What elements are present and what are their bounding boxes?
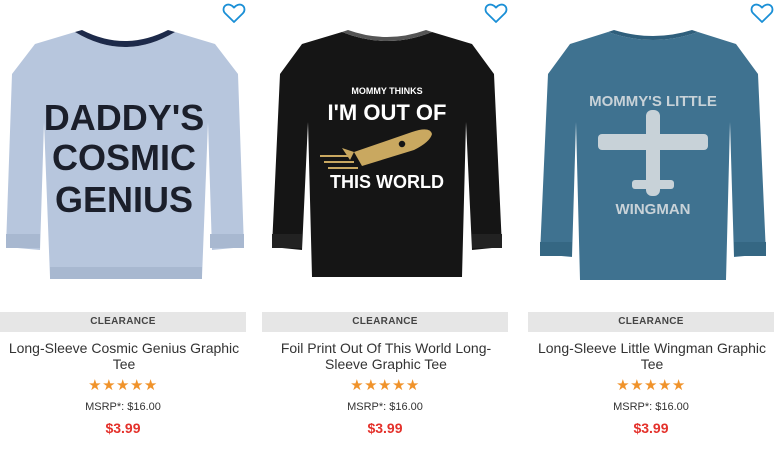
product-name[interactable]: Foil Print Out Of This World Long-Sleeve… xyxy=(268,340,504,372)
clearance-badge: CLEARANCE xyxy=(262,312,508,332)
product-grid: DADDY'S COSMIC GENIUS CLEARANCE Long-Sle… xyxy=(0,0,780,451)
favorite-heart-icon[interactable] xyxy=(484,2,508,24)
product-name[interactable]: Long-Sleeve Cosmic Genius Graphic Tee xyxy=(6,340,242,372)
product-card[interactable]: MOMMY'S LITTLE WINGMAN CLEARANCE Long-Sl… xyxy=(528,0,778,451)
sale-price: $3.99 xyxy=(105,420,141,436)
clearance-badge: CLEARANCE xyxy=(0,312,246,332)
product-card[interactable]: MOMMY THINKS I'M OUT OF THIS WORLD CLEAR… xyxy=(262,0,512,451)
sale-price: $3.99 xyxy=(367,420,403,436)
msrp-price: MSRP*: $16.00 xyxy=(85,401,161,413)
star-rating: ★★★★★ xyxy=(350,377,420,394)
favorite-heart-icon[interactable] xyxy=(222,2,246,24)
product-card[interactable]: DADDY'S COSMIC GENIUS CLEARANCE Long-Sle… xyxy=(0,0,250,451)
shirt-graphic-line: MOMMY'S LITTLE xyxy=(589,93,717,110)
msrp-price: MSRP*: $16.00 xyxy=(613,401,689,413)
favorite-heart-icon[interactable] xyxy=(750,2,774,24)
shirt-graphic-line: WINGMAN xyxy=(616,201,691,218)
star-rating: ★★★★★ xyxy=(88,377,158,394)
shirt-graphic-line: MOMMY THINKS xyxy=(351,86,422,96)
shirt-graphic-line: COSMIC xyxy=(52,137,196,178)
shirt-graphic-line: I'M OUT OF xyxy=(328,100,447,125)
product-image[interactable]: DADDY'S COSMIC GENIUS xyxy=(0,22,250,294)
star-rating: ★★★★★ xyxy=(616,377,686,394)
sale-price: $3.99 xyxy=(633,420,669,436)
product-name[interactable]: Long-Sleeve Little Wingman Graphic Tee xyxy=(534,340,770,372)
shirt-graphic-line: THIS WORLD xyxy=(330,172,444,192)
shirt-graphic-line: GENIUS xyxy=(55,179,193,220)
clearance-badge: CLEARANCE xyxy=(528,312,774,332)
msrp-price: MSRP*: $16.00 xyxy=(347,401,423,413)
product-image[interactable]: MOMMY'S LITTLE WINGMAN xyxy=(528,22,778,294)
product-image[interactable]: MOMMY THINKS I'M OUT OF THIS WORLD xyxy=(262,22,512,294)
shirt-graphic-line: DADDY'S xyxy=(44,97,205,138)
